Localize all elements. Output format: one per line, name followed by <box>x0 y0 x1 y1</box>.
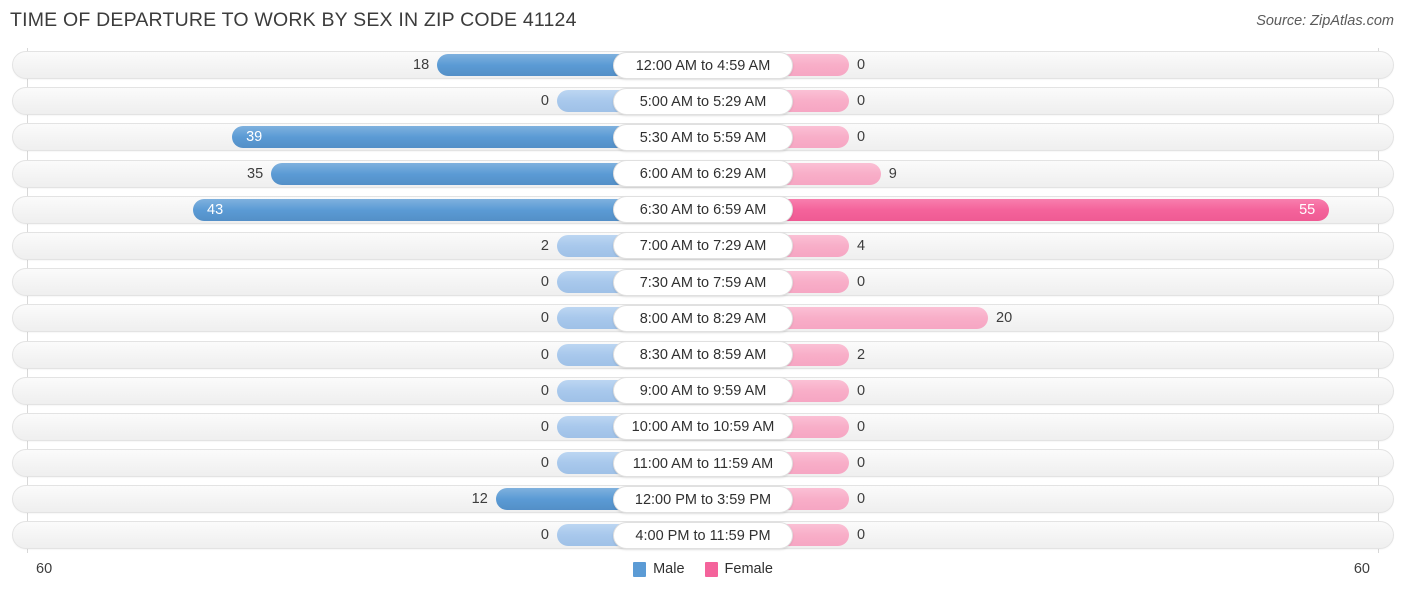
bar-value-male: 0 <box>540 310 549 327</box>
bar-value-female: 0 <box>857 455 866 472</box>
chart-footer: 60 60 Male Female <box>0 553 1406 594</box>
bar-male[interactable] <box>271 162 633 185</box>
category-label: 12:00 PM to 3:59 PM <box>613 485 793 513</box>
bar-female[interactable] <box>773 307 988 330</box>
bar-row: 0 0 11:00 AM to 11:59 AM <box>0 446 1406 482</box>
bar-row: 0 0 10:00 AM to 10:59 AM <box>0 410 1406 446</box>
bar-value-female: 4 <box>857 237 866 254</box>
bar-rows: 18 0 12:00 AM to 4:59 AM 0 0 5:00 AM to 5:29 … <box>0 48 1406 555</box>
bar-value-female: 0 <box>857 57 866 73</box>
bar-value-female: 55 <box>1299 201 1316 218</box>
bar-row: 0 20 8:00 AM to 8:29 AM <box>0 301 1406 337</box>
legend-swatch-male-icon <box>633 561 647 577</box>
bar-value-male: 0 <box>540 382 549 399</box>
bar-value-female: 0 <box>857 527 866 544</box>
bar-value-male: 0 <box>540 93 549 110</box>
bar-value-male: 0 <box>540 418 549 435</box>
bar-value-male: 0 <box>540 274 549 291</box>
bar-value-male: 2 <box>540 237 549 254</box>
bar-row: 18 0 12:00 AM to 4:59 AM <box>0 48 1406 84</box>
chart-legend: Male Female <box>0 561 1406 577</box>
page-title: TIME OF DEPARTURE TO WORK BY SEX IN ZIP … <box>10 9 577 31</box>
bar-value-female: 0 <box>857 382 866 399</box>
category-label: 7:30 AM to 7:59 AM <box>613 268 793 296</box>
bar-row: 2 4 7:00 AM to 7:29 AM <box>0 229 1406 265</box>
bar-male[interactable] <box>232 126 633 149</box>
bar-value-female: 0 <box>857 274 866 291</box>
category-label: 10:00 AM to 10:59 AM <box>613 413 793 441</box>
bar-value-female: 20 <box>996 310 1013 327</box>
bar-value-male: 12 <box>471 491 488 508</box>
bar-value-male: 35 <box>247 165 264 182</box>
chart-root: TIME OF DEPARTURE TO WORK BY SEX IN ZIP … <box>0 0 1406 594</box>
bar-value-female: 9 <box>888 165 897 182</box>
bar-value-female: 0 <box>857 418 866 435</box>
category-label: 5:30 AM to 5:59 AM <box>613 123 793 151</box>
bar-value-male: 0 <box>540 455 549 472</box>
bar-value-female: 0 <box>857 129 866 146</box>
legend-label-male: Male <box>653 561 685 577</box>
bar-value-female: 0 <box>857 93 866 110</box>
category-label: 4:00 PM to 11:59 PM <box>613 521 793 549</box>
bar-value-male: 43 <box>207 201 224 218</box>
bar-male[interactable] <box>193 198 633 221</box>
bar-value-male: 18 <box>413 57 430 73</box>
bar-row: 35 9 6:00 AM to 6:29 AM <box>0 157 1406 193</box>
bar-row: 39 0 5:30 AM to 5:59 AM <box>0 120 1406 156</box>
bar-row: 0 0 7:30 AM to 7:59 AM <box>0 265 1406 301</box>
category-label: 5:00 AM to 5:29 AM <box>613 87 793 115</box>
legend-swatch-female-icon <box>704 561 718 577</box>
bar-value-male: 39 <box>246 129 263 146</box>
bar-male[interactable] <box>437 54 633 76</box>
legend-label-female: Female <box>724 561 773 577</box>
bar-value-male: 0 <box>540 346 549 363</box>
plot-area: 18 0 12:00 AM to 4:59 AM 0 0 5:00 AM to 5:29 … <box>0 48 1406 553</box>
category-label: 12:00 AM to 4:59 AM <box>613 51 793 79</box>
bar-value-female: 0 <box>857 491 866 508</box>
bar-row: 0 2 8:30 AM to 8:59 AM <box>0 338 1406 374</box>
category-label: 9:00 AM to 9:59 AM <box>613 377 793 405</box>
category-label: 6:00 AM to 6:29 AM <box>613 160 793 188</box>
chart-header: TIME OF DEPARTURE TO WORK BY SEX IN ZIP … <box>0 0 1406 46</box>
category-label: 8:30 AM to 8:59 AM <box>613 341 793 368</box>
category-label: 8:00 AM to 8:29 AM <box>613 304 793 332</box>
source-attribution: Source: ZipAtlas.com <box>1256 13 1394 29</box>
category-label: 7:00 AM to 7:29 AM <box>613 232 793 260</box>
bar-row: 0 0 5:00 AM to 5:29 AM <box>0 84 1406 120</box>
bar-value-male: 0 <box>540 527 549 544</box>
category-label: 11:00 AM to 11:59 AM <box>613 449 793 477</box>
bar-row: 0 0 4:00 PM to 11:59 PM <box>0 518 1406 554</box>
category-label: 6:30 AM to 6:59 AM <box>613 196 793 224</box>
bar-female[interactable] <box>773 198 1330 221</box>
legend-item-male[interactable]: Male <box>633 561 685 577</box>
legend-item-female[interactable]: Female <box>704 561 773 577</box>
bar-value-female: 2 <box>857 346 866 363</box>
bar-row: 12 0 12:00 PM to 3:59 PM <box>0 482 1406 518</box>
bar-row: 43 55 6:30 AM to 6:59 AM <box>0 193 1406 229</box>
bar-row: 0 0 9:00 AM to 9:59 AM <box>0 374 1406 410</box>
